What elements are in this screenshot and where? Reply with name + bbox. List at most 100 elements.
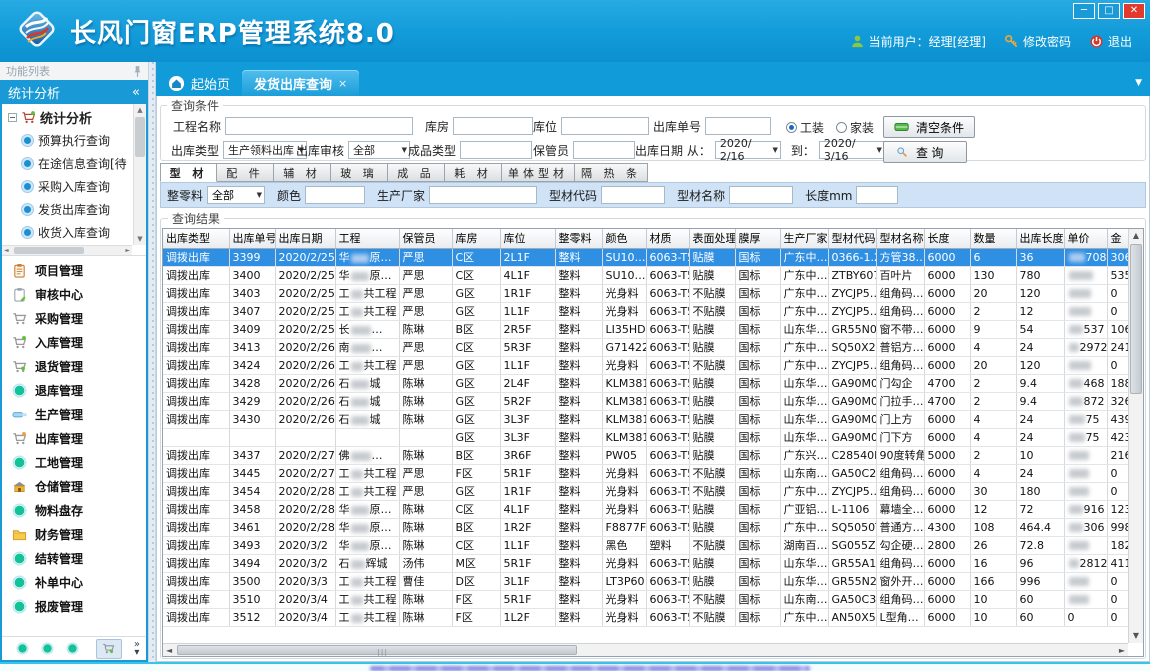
column-header[interactable]: 出库单号: [229, 229, 275, 248]
sidebar-module[interactable]: 仓储管理: [2, 474, 146, 498]
cart-shortcut-button[interactable]: [96, 639, 122, 659]
tree-item[interactable]: 发货出库查询: [2, 198, 132, 221]
tree-root[interactable]: 统计分析: [2, 104, 132, 129]
manufacturer-input[interactable]: [429, 186, 537, 204]
table-row[interactable]: 调拨出库35002020/3/3工共工程曹佳D区3L1F整料LT3P606063…: [163, 572, 1128, 590]
grid-vertical-scrollbar[interactable]: ▲ ▼: [1128, 229, 1143, 643]
column-header[interactable]: 出库长度: [1016, 229, 1064, 248]
sidebar-module[interactable]: 项目管理: [2, 258, 146, 282]
column-header[interactable]: 型材代码: [828, 229, 876, 248]
order-no-input[interactable]: [705, 117, 771, 135]
tab-shipping-outbound-query[interactable]: 发货出库查询 ×: [242, 70, 359, 96]
radio-jiazhuang[interactable]: 家装: [836, 119, 874, 136]
column-header[interactable]: 材质: [646, 229, 689, 248]
column-header[interactable]: 出库类型: [163, 229, 229, 248]
column-header[interactable]: 长度: [924, 229, 970, 248]
green-dot-icon[interactable]: [66, 642, 79, 655]
material-tab[interactable]: 型 材: [160, 163, 217, 182]
sidebar-module[interactable]: 生产管理: [2, 402, 146, 426]
tree-expander-icon[interactable]: [8, 113, 17, 122]
table-row[interactable]: 调拨出库34612020/2/28华原…陈琳B区1R2F整料F8877FT606…: [163, 518, 1128, 536]
column-header[interactable]: 整零料: [555, 229, 602, 248]
table-row[interactable]: 调拨出库34542020/2/28工共工程严思G区1R1F整料光身料6063-T…: [163, 482, 1128, 500]
sidebar-module[interactable]: 工地管理: [2, 450, 146, 474]
material-tab[interactable]: 隔 热 条: [575, 163, 648, 182]
pin-icon[interactable]: [133, 65, 142, 78]
column-header[interactable]: 颜色: [602, 229, 646, 248]
green-dot-icon[interactable]: [16, 642, 29, 655]
material-tab[interactable]: 耗 材: [445, 163, 502, 182]
tab-home[interactable]: 起始页: [156, 70, 242, 96]
maximize-button[interactable]: □: [1098, 3, 1120, 19]
clear-conditions-button[interactable]: 清空条件: [883, 116, 975, 138]
table-row[interactable]: G区3L3F整料KLM38176063-T5贴膜国标山东华…GA90M09…门下…: [163, 428, 1128, 446]
column-header[interactable]: 保管员: [399, 229, 452, 248]
grid-horizontal-scrollbar[interactable]: ◄ ||| ►: [163, 643, 1128, 656]
length-input[interactable]: [856, 186, 898, 204]
table-row[interactable]: 调拨出库33992020/2/25华原…严思C区2L1F整料SU10…6063-…: [163, 248, 1128, 266]
sidebar-module[interactable]: 采购管理: [2, 306, 146, 330]
column-header[interactable]: 库房: [452, 229, 500, 248]
tab-close-icon[interactable]: ×: [338, 77, 347, 90]
table-row[interactable]: 调拨出库34452020/2/27工共工程严思F区5R1F整料光身料6063-T…: [163, 464, 1128, 482]
location-input[interactable]: [561, 117, 649, 135]
column-header[interactable]: 库位: [500, 229, 555, 248]
sidebar-module[interactable]: 补单中心: [2, 570, 146, 594]
material-tab[interactable]: 玻 璃: [331, 163, 388, 182]
table-row[interactable]: 调拨出库34932020/3/2华原…陈琳C区1L1F整料黑色塑料不贴膜国标湖南…: [163, 536, 1128, 554]
sidebar-module[interactable]: 入库管理: [2, 330, 146, 354]
project-name-input[interactable]: [225, 117, 413, 135]
column-header[interactable]: 膜厚: [735, 229, 780, 248]
minimize-button[interactable]: ─: [1073, 3, 1095, 19]
tree-item[interactable]: 在途信息查询[待: [2, 152, 132, 175]
more-modules-button[interactable]: »▾: [134, 641, 140, 657]
color-input[interactable]: [305, 186, 365, 204]
profile-code-input[interactable]: [601, 186, 665, 204]
table-row[interactable]: 调拨出库34132020/2/26南…严思C区5R3F整料G714226063-…: [163, 338, 1128, 356]
keeper-input[interactable]: [573, 141, 635, 159]
product-type-input[interactable]: [460, 141, 532, 159]
sidebar-module[interactable]: 出库管理: [2, 426, 146, 450]
table-row[interactable]: 调拨出库34002020/2/25华原…严思C区4L1F整料SU10…6063-…: [163, 266, 1128, 284]
close-button[interactable]: ✕: [1123, 3, 1145, 19]
sidebar-module[interactable]: 退库管理: [2, 378, 146, 402]
sidebar-module[interactable]: 审核中心: [2, 282, 146, 306]
column-header[interactable]: 出库日期: [275, 229, 335, 248]
sidebar-module[interactable]: 财务管理: [2, 522, 146, 546]
table-row[interactable]: 调拨出库34302020/2/26石城陈琳G区3L3F整料KLM38176063…: [163, 410, 1128, 428]
audit-select[interactable]: 全部▼: [348, 141, 410, 159]
column-header[interactable]: 工程: [335, 229, 399, 248]
table-row[interactable]: 调拨出库34372020/2/27佛…陈琳B区3R6F整料PW056063-T5…: [163, 446, 1128, 464]
table-row[interactable]: 调拨出库34282020/2/26石城陈琳G区2L4F整料KLM38176063…: [163, 374, 1128, 392]
tree-vertical-scrollbar[interactable]: ▲ ▼: [133, 104, 146, 245]
material-tab[interactable]: 辅 材: [274, 163, 331, 182]
sidebar-module[interactable]: 物料盘存: [2, 498, 146, 522]
table-row[interactable]: 调拨出库34092020/2/25长…陈琳B区2R5F整料LI35HD6063-…: [163, 320, 1128, 338]
logout-button[interactable]: 退出: [1089, 33, 1132, 50]
table-row[interactable]: 调拨出库35122020/3/4工共工程陈琳F区1L2F整料光身料6063-T5…: [163, 608, 1128, 626]
table-row[interactable]: 调拨出库35102020/3/4工共工程陈琳F区5R1F整料光身料6063-T5…: [163, 590, 1128, 608]
tab-overflow-icon[interactable]: ▼: [1135, 78, 1142, 88]
column-header[interactable]: 金: [1107, 229, 1128, 248]
tree-item[interactable]: 收货入库查询: [2, 221, 132, 244]
date-from-select[interactable]: 2020/ 2/16▼: [715, 141, 781, 159]
collapse-icon[interactable]: «: [132, 85, 140, 100]
column-header[interactable]: 型材名称: [876, 229, 924, 248]
whole-piece-select[interactable]: 全部▼: [207, 186, 265, 204]
warehouse-input[interactable]: [453, 117, 533, 135]
column-header[interactable]: 生产厂家: [780, 229, 828, 248]
sidebar-module[interactable]: 报废管理: [2, 594, 146, 618]
tree-horizontal-scrollbar[interactable]: ◄ ►: [2, 245, 132, 255]
table-row[interactable]: 调拨出库34292020/2/26石城陈琳G区5R2F整料KLM38176063…: [163, 392, 1128, 410]
date-to-select[interactable]: 2020/ 3/16▼: [819, 141, 885, 159]
sidebar-splitter[interactable]: [148, 62, 156, 662]
tree-item[interactable]: 采购入库查询: [2, 175, 132, 198]
search-button[interactable]: 查 询: [883, 141, 967, 163]
group-header[interactable]: 统计分析 «: [0, 80, 148, 104]
radio-gongzhuang[interactable]: 工装: [786, 119, 824, 136]
tree-item[interactable]: 预算执行查询: [2, 129, 132, 152]
column-header[interactable]: 表面处理: [689, 229, 735, 248]
table-row[interactable]: 调拨出库34942020/3/2石辉城汤伟M区5R1F整料光身料6063-T5贴…: [163, 554, 1128, 572]
table-row[interactable]: 调拨出库34242020/2/26工共工程严思G区1L1F整料光身料6063-T…: [163, 356, 1128, 374]
column-header[interactable]: 单价: [1064, 229, 1107, 248]
